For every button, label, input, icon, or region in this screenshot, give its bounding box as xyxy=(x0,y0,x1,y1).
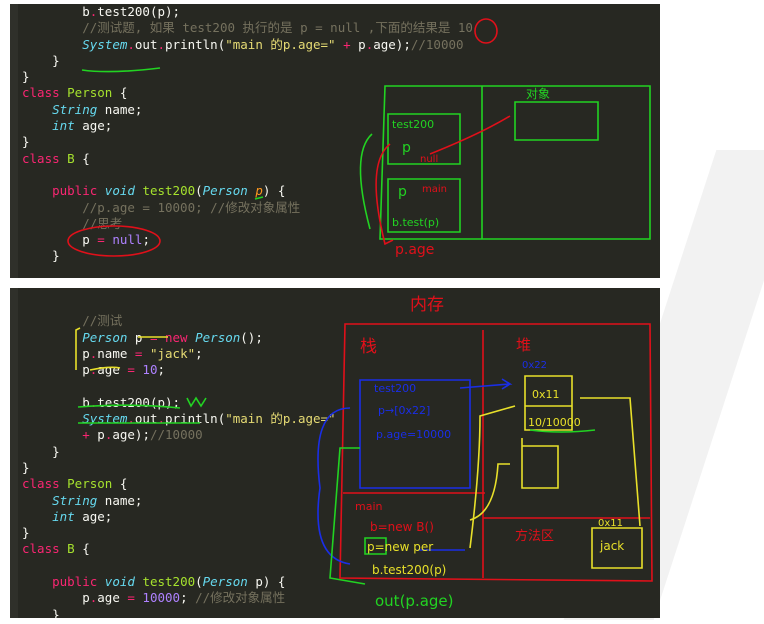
annotation-str-addr: 0x11 xyxy=(598,518,623,529)
check-marks xyxy=(186,396,207,408)
object-box xyxy=(514,101,599,141)
annotation-object: 对象 xyxy=(526,87,550,101)
annotation-b-new: b=new B() xyxy=(370,520,434,534)
annotation-name-ref: 0x11 xyxy=(532,388,560,401)
annotation-p: p xyxy=(398,184,407,200)
annotation-jack: jack xyxy=(599,539,624,553)
annotation-address: 0x22 xyxy=(522,360,547,371)
annotation-stack: 栈 xyxy=(360,337,377,357)
circle-mark xyxy=(67,225,161,257)
annotation-null: null xyxy=(420,154,438,165)
code-editor-top: b.test200(p); //测试题, 如果 test200 执行的是 p =… xyxy=(10,4,660,278)
annotation-p-ref: p→[0x22] xyxy=(378,404,430,417)
annotation-layer: 内存 栈 堆 0x22 0x11 10/10000 test200 p→[0x2… xyxy=(75,295,653,610)
annotation-p-new: p=new per xyxy=(367,540,433,554)
annotation-heap: 堆 xyxy=(516,336,531,354)
annotation-layer: 对象 test200 p null p main b.test(p) p.age xyxy=(67,18,651,258)
annotation-test200: test200 xyxy=(392,118,434,131)
annotation-main: main xyxy=(422,184,447,195)
annotation-page: p.age xyxy=(395,242,434,258)
annotation-main: main xyxy=(355,500,383,513)
underline-mark xyxy=(81,67,161,73)
annotation-memory: 内存 xyxy=(410,295,444,315)
annotation-test200: test200 xyxy=(374,382,416,395)
annotation-out: out(p.age) xyxy=(375,592,454,610)
annotation-age: 10/10000 xyxy=(528,416,581,429)
annotation-call: b.test200(p) xyxy=(372,563,446,577)
annotation-call: b.test(p) xyxy=(392,216,439,229)
annotation-p: p xyxy=(402,140,411,156)
code-editor-bottom: //测试 Person p = new Person(); p.name = "… xyxy=(10,288,660,618)
annotation-method-area: 方法区 xyxy=(515,528,554,544)
annotation-p-age: p.age=10000 xyxy=(376,428,451,441)
circle-mark xyxy=(474,18,498,44)
